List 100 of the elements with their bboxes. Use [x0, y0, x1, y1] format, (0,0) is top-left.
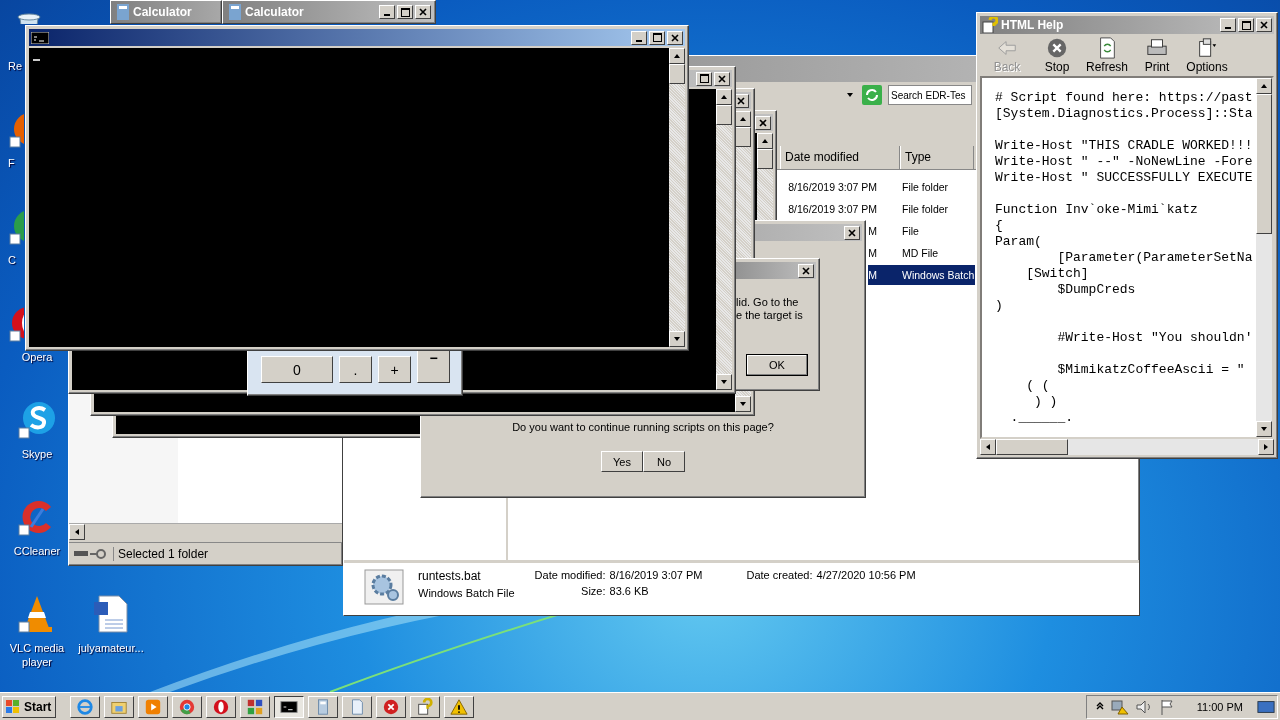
scroll-thumb[interactable]: [669, 64, 685, 84]
network-drive-icon: [73, 548, 107, 560]
scroll-up-button[interactable]: [669, 48, 685, 64]
meta-label: Date modified:: [534, 569, 606, 581]
gear-icon: [364, 569, 404, 605]
close-button[interactable]: [755, 115, 771, 130]
table-cell[interactable]: M: [868, 265, 899, 285]
scroll-down-button[interactable]: [669, 331, 685, 347]
close-button[interactable]: [667, 30, 683, 45]
options-button[interactable]: Options: [1184, 36, 1230, 74]
no-button[interactable]: No: [643, 451, 685, 472]
table-cell[interactable]: MD File: [899, 243, 975, 263]
scroll-thumb[interactable]: [996, 439, 1068, 455]
column-header[interactable]: Type: [900, 146, 974, 169]
scroll-up-button[interactable]: [1256, 78, 1272, 94]
document-icon[interactable]: [91, 594, 131, 634]
code-line: #Write-Host "You shouldn': [1056, 330, 1254, 346]
maximize-button[interactable]: [1238, 18, 1254, 32]
scroll-up-button[interactable]: [716, 89, 732, 105]
close-icon: [802, 266, 810, 275]
table-cell[interactable]: File: [899, 221, 975, 241]
chevron-up-icon[interactable]: [1094, 701, 1105, 712]
file-type: Windows Batch File: [418, 587, 515, 599]
yes-button[interactable]: Yes: [601, 451, 643, 472]
code-line: $MimikatzCoffeeAscii = ": [1056, 362, 1246, 378]
code-line: Write-Host "THIS CRADLE WORKED!!!: [995, 138, 1254, 154]
status-text: Selected 1 folder: [113, 547, 209, 561]
maximize-button[interactable]: [649, 30, 665, 45]
close-icon: [718, 74, 726, 83]
maximize-button[interactable]: [397, 5, 413, 19]
code-line: Write-Host " --" -NoNewLine -Fore: [995, 154, 1254, 170]
scroll-thumb[interactable]: [716, 105, 732, 125]
refresh-icon[interactable]: [862, 85, 882, 105]
column-header[interactable]: Date modified: [780, 146, 900, 169]
calculator-key[interactable]: 0: [261, 356, 333, 383]
meta-value: 8/16/2019 3:07 PM: [609, 569, 703, 581]
table-cell[interactable]: File folder: [899, 177, 975, 197]
meta-label: Size:: [581, 585, 606, 597]
close-button[interactable]: [844, 225, 860, 240]
minimize-button[interactable]: [379, 5, 395, 19]
play-icon: [144, 697, 163, 716]
start-logo-icon: [5, 698, 21, 715]
window-title: Calculator: [245, 5, 304, 19]
help-icon: [416, 697, 435, 716]
table-cell[interactable]: Windows Batch: [899, 265, 975, 285]
console-icon: [31, 31, 49, 44]
network-icon[interactable]: [1110, 698, 1129, 715]
scroll-down-button[interactable]: [1256, 421, 1272, 437]
dialog-message: lid. Go to the: [736, 296, 799, 309]
maximize-button[interactable]: [696, 71, 712, 86]
minimize-button[interactable]: [631, 30, 647, 45]
window-title: HTML Help: [1001, 18, 1064, 32]
scroll-up-button[interactable]: [757, 133, 773, 149]
minimize-button[interactable]: [1220, 18, 1236, 32]
code-line: {: [995, 218, 1004, 234]
code-line: [Switch]: [1025, 266, 1090, 282]
close-button[interactable]: [798, 263, 814, 278]
stop-button[interactable]: Stop: [1034, 36, 1080, 74]
table-cell[interactable]: 8/16/2019 3:07 PM: [788, 199, 899, 219]
search-field[interactable]: Search EDR-Tes: [888, 85, 972, 105]
code-line: .______.: [1009, 410, 1074, 426]
table-cell[interactable]: M: [868, 221, 899, 241]
warning-icon: [450, 697, 469, 716]
print-button[interactable]: Print: [1134, 36, 1180, 74]
calculator-key[interactable]: +: [378, 356, 411, 383]
options-icon: [1196, 36, 1218, 59]
scroll-left-button[interactable]: [980, 439, 996, 455]
icon-label: C: [8, 253, 16, 267]
scroll-down-button[interactable]: [716, 374, 732, 390]
show-desktop-icon[interactable]: [1257, 698, 1275, 715]
refresh-button[interactable]: Refresh: [1084, 36, 1130, 74]
close-button[interactable]: [415, 5, 431, 19]
scroll-thumb[interactable]: [1256, 94, 1272, 234]
clock[interactable]: 11:00 PM: [1196, 700, 1243, 713]
close-icon: [671, 33, 679, 42]
table-cell[interactable]: 8/16/2019 3:07 PM: [788, 177, 899, 197]
calculator-key[interactable]: .: [339, 356, 372, 383]
meta-label: Date created:: [746, 569, 813, 581]
code-line: ( (: [1025, 378, 1051, 394]
scroll-right-button[interactable]: [1258, 439, 1274, 455]
scroll-left-button[interactable]: [69, 524, 85, 540]
app-icon[interactable]: [17, 400, 57, 440]
window-title: Calculator: [133, 5, 192, 19]
speaker-icon[interactable]: [1134, 698, 1153, 715]
close-button[interactable]: [714, 71, 730, 86]
scroll-down-button[interactable]: [735, 396, 751, 412]
code-line: # Script found here: https://past: [995, 90, 1254, 106]
text-cursor: [33, 59, 40, 61]
code-line: ): [995, 298, 1004, 314]
ok-button[interactable]: OK: [746, 354, 808, 376]
table-cell[interactable]: File folder: [899, 199, 975, 219]
scroll-thumb[interactable]: [757, 149, 773, 169]
start-button[interactable]: Start: [2, 695, 57, 718]
icon-label: VLC media player: [8, 641, 66, 669]
close-button[interactable]: [1256, 18, 1272, 32]
calculator-icon: [229, 4, 241, 20]
icon-label: F: [8, 156, 15, 170]
code-line: Param(: [995, 234, 1043, 250]
taskbar-button[interactable]: [274, 695, 305, 718]
table-cell[interactable]: M: [868, 243, 899, 263]
